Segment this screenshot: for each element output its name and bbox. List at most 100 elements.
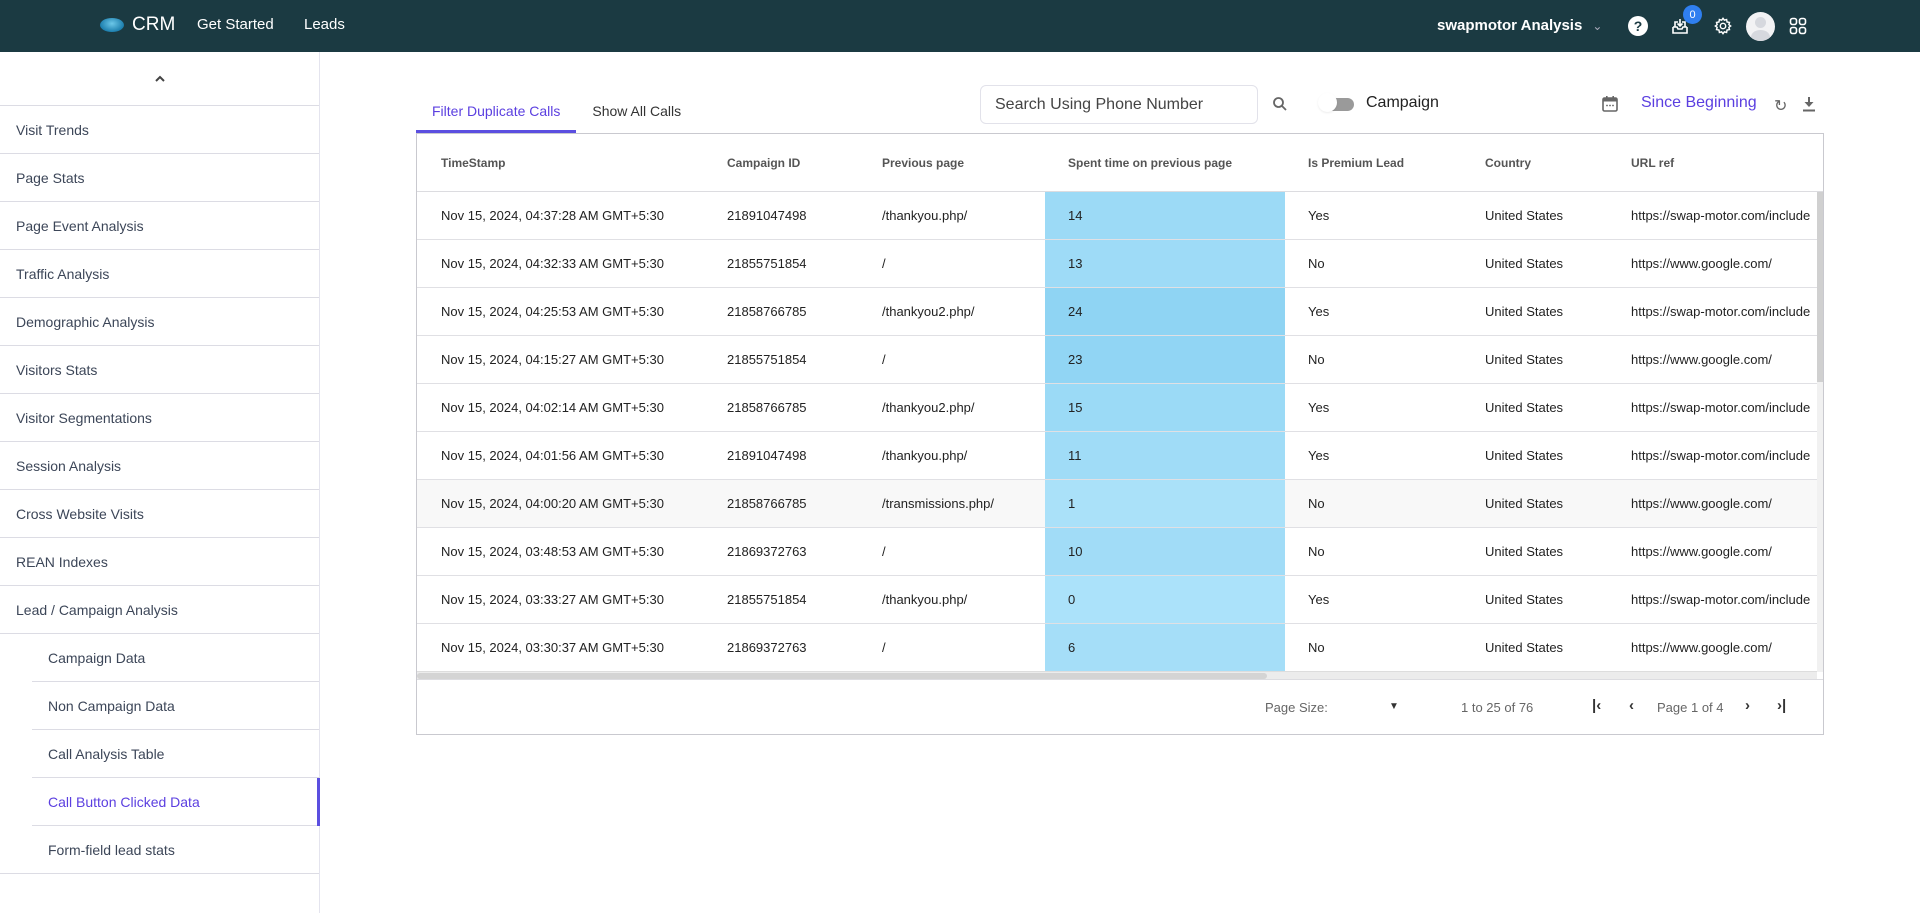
sidebar-item-page-event-analysis[interactable]: Page Event Analysis bbox=[0, 202, 319, 250]
column-header-url-ref[interactable]: URL ref bbox=[1631, 156, 1674, 170]
cell-premium-lead: No bbox=[1308, 544, 1325, 559]
cell-premium-lead: No bbox=[1308, 352, 1325, 367]
table-row[interactable]: Nov 15, 2024, 03:48:53 AM GMT+5:30 218693… bbox=[417, 528, 1817, 576]
sidebar-item-page-stats[interactable]: Page Stats bbox=[0, 154, 319, 202]
help-icon[interactable]: ? bbox=[1627, 15, 1649, 37]
spent-time-heat-cell bbox=[1045, 576, 1285, 623]
cell-country: United States bbox=[1485, 640, 1564, 655]
table-row[interactable]: Nov 15, 2024, 04:01:56 AM GMT+5:30 218910… bbox=[417, 432, 1817, 480]
tab-filter-duplicate-calls[interactable]: Filter Duplicate Calls bbox=[416, 88, 577, 133]
cell-premium-lead: No bbox=[1308, 496, 1325, 511]
top-navbar: CRM Get Started Leads swapmotor Analysis… bbox=[0, 0, 1920, 52]
cell-premium-lead: Yes bbox=[1308, 448, 1330, 463]
cell-premium-lead: Yes bbox=[1308, 400, 1330, 415]
cell-spent-time: 11 bbox=[1068, 448, 1082, 463]
column-header-timestamp[interactable]: TimeStamp bbox=[441, 156, 505, 170]
avatar[interactable] bbox=[1746, 12, 1775, 41]
cell-premium-lead: Yes bbox=[1308, 304, 1330, 319]
cell-country: United States bbox=[1485, 592, 1564, 607]
table-header: TimeStamp Campaign ID Previous page Spen… bbox=[417, 134, 1823, 192]
sidebar-item-visitor-segmentations[interactable]: Visitor Segmentations bbox=[0, 394, 319, 442]
sidebar-subitem-form-field-lead-stats[interactable]: Form-field lead stats bbox=[0, 826, 319, 874]
sidebar-item-visit-trends[interactable]: Visit Trends bbox=[0, 106, 319, 154]
table-row[interactable]: Nov 15, 2024, 03:33:27 AM GMT+5:30 218557… bbox=[417, 576, 1817, 624]
column-header-previous-page[interactable]: Previous page bbox=[882, 156, 964, 170]
column-header-spent-time[interactable]: Spent time on previous page bbox=[1068, 156, 1232, 170]
cell-previous-page: /thankyou2.php/ bbox=[882, 304, 975, 319]
sidebar-item-demographic-analysis[interactable]: Demographic Analysis bbox=[0, 298, 319, 346]
download-icon[interactable] bbox=[1802, 95, 1816, 113]
cell-url-ref: https://swap-motor.com/include bbox=[1631, 400, 1811, 415]
cell-campaign-id: 21891047498 bbox=[727, 208, 807, 223]
cell-timestamp: Nov 15, 2024, 04:00:20 AM GMT+5:30 bbox=[441, 496, 664, 511]
campaign-toggle[interactable] bbox=[1318, 93, 1354, 112]
refresh-icon[interactable]: ↻ bbox=[1774, 96, 1787, 116]
cell-spent-time: 14 bbox=[1068, 208, 1083, 223]
cell-timestamp: Nov 15, 2024, 03:33:27 AM GMT+5:30 bbox=[441, 592, 664, 607]
sidebar-item-cross-website-visits[interactable]: Cross Website Visits bbox=[0, 490, 319, 538]
gear-icon[interactable] bbox=[1712, 15, 1734, 37]
nav-get-started[interactable]: Get Started bbox=[197, 16, 274, 33]
table-row[interactable]: Nov 15, 2024, 04:25:53 AM GMT+5:30 218587… bbox=[417, 288, 1817, 336]
date-range-selector[interactable]: Since Beginning bbox=[1641, 94, 1757, 112]
cell-country: United States bbox=[1485, 256, 1564, 271]
page-indicator: Page 1 of 4 bbox=[1657, 700, 1724, 715]
tab-show-all-calls[interactable]: Show All Calls bbox=[576, 88, 697, 133]
cell-spent-time: 6 bbox=[1068, 640, 1076, 655]
vertical-scrollbar[interactable] bbox=[1817, 192, 1823, 672]
apps-grid-icon[interactable] bbox=[1787, 15, 1809, 37]
cell-previous-page: / bbox=[882, 352, 886, 367]
spent-time-heat-cell bbox=[1045, 624, 1285, 671]
table-row[interactable]: Nov 15, 2024, 04:02:14 AM GMT+5:30 218587… bbox=[417, 384, 1817, 432]
page-size-dropdown[interactable]: ▼ bbox=[1389, 701, 1399, 712]
sidebar-item-rean-indexes[interactable]: REAN Indexes bbox=[0, 538, 319, 586]
cell-country: United States bbox=[1485, 496, 1564, 511]
brand[interactable]: CRM bbox=[100, 14, 175, 36]
sidebar-subitem-call-button-clicked-data[interactable]: Call Button Clicked Data bbox=[32, 778, 320, 826]
table-row[interactable]: Nov 15, 2024, 04:00:20 AM GMT+5:30 218587… bbox=[417, 480, 1817, 528]
horizontal-scrollbar[interactable] bbox=[417, 671, 1817, 679]
sidebar-subitem-campaign-data[interactable]: Campaign Data bbox=[32, 634, 319, 682]
cell-timestamp: Nov 15, 2024, 04:01:56 AM GMT+5:30 bbox=[441, 448, 664, 463]
sidebar-item-visitors-stats[interactable]: Visitors Stats bbox=[0, 346, 319, 394]
cell-timestamp: Nov 15, 2024, 04:02:14 AM GMT+5:30 bbox=[441, 400, 664, 415]
search-icon[interactable] bbox=[1272, 96, 1288, 112]
column-header-campaign-id[interactable]: Campaign ID bbox=[727, 156, 800, 170]
previous-page-button[interactable]: ‹ bbox=[1629, 697, 1634, 714]
cell-campaign-id: 21858766785 bbox=[727, 400, 807, 415]
sidebar-item-session-analysis[interactable]: Session Analysis bbox=[0, 442, 319, 490]
cell-timestamp: Nov 15, 2024, 03:48:53 AM GMT+5:30 bbox=[441, 544, 664, 559]
cell-country: United States bbox=[1485, 208, 1564, 223]
table-row[interactable]: Nov 15, 2024, 03:30:37 AM GMT+5:30 218693… bbox=[417, 624, 1817, 672]
calendar-icon[interactable] bbox=[1601, 95, 1619, 113]
cell-timestamp: Nov 15, 2024, 04:37:28 AM GMT+5:30 bbox=[441, 208, 664, 223]
sidebar-item-traffic-analysis[interactable]: Traffic Analysis bbox=[0, 250, 319, 298]
cell-campaign-id: 21855751854 bbox=[727, 352, 807, 367]
next-page-button[interactable]: › bbox=[1745, 697, 1750, 714]
table-row[interactable]: Nov 15, 2024, 04:37:28 AM GMT+5:30 218910… bbox=[417, 192, 1817, 240]
first-page-button[interactable]: |‹ bbox=[1592, 697, 1601, 714]
cell-url-ref: https://www.google.com/ bbox=[1631, 544, 1772, 559]
table-row[interactable]: Nov 15, 2024, 04:15:27 AM GMT+5:30 218557… bbox=[417, 336, 1817, 384]
row-range: 1 to 25 of 76 bbox=[1461, 700, 1534, 715]
cell-url-ref: https://www.google.com/ bbox=[1631, 640, 1772, 655]
account-switcher[interactable]: swapmotor Analysis ⌄ bbox=[1437, 17, 1602, 34]
cell-campaign-id: 21858766785 bbox=[727, 304, 807, 319]
sidebar-collapse-button[interactable] bbox=[0, 52, 319, 106]
cell-premium-lead: Yes bbox=[1308, 592, 1330, 607]
table-row[interactable]: Nov 15, 2024, 04:32:33 AM GMT+5:30 218557… bbox=[417, 240, 1817, 288]
cell-spent-time: 0 bbox=[1068, 592, 1076, 607]
column-header-country[interactable]: Country bbox=[1485, 156, 1531, 170]
phone-search-input[interactable] bbox=[995, 95, 1257, 114]
sidebar-subitem-non-campaign-data[interactable]: Non Campaign Data bbox=[32, 682, 319, 730]
cell-country: United States bbox=[1485, 400, 1564, 415]
sidebar-item-lead-campaign-analysis[interactable]: Lead / Campaign Analysis bbox=[0, 586, 319, 634]
cell-timestamp: Nov 15, 2024, 04:32:33 AM GMT+5:30 bbox=[441, 256, 664, 271]
sidebar-subitem-call-analysis-table[interactable]: Call Analysis Table bbox=[32, 730, 319, 778]
cell-url-ref: https://swap-motor.com/include bbox=[1631, 448, 1811, 463]
cell-spent-time: 15 bbox=[1068, 400, 1083, 415]
nav-leads[interactable]: Leads bbox=[304, 16, 345, 33]
last-page-button[interactable]: ›| bbox=[1777, 697, 1786, 714]
column-header-premium-lead[interactable]: Is Premium Lead bbox=[1308, 156, 1404, 170]
cell-url-ref: https://swap-motor.com/include bbox=[1631, 304, 1811, 319]
